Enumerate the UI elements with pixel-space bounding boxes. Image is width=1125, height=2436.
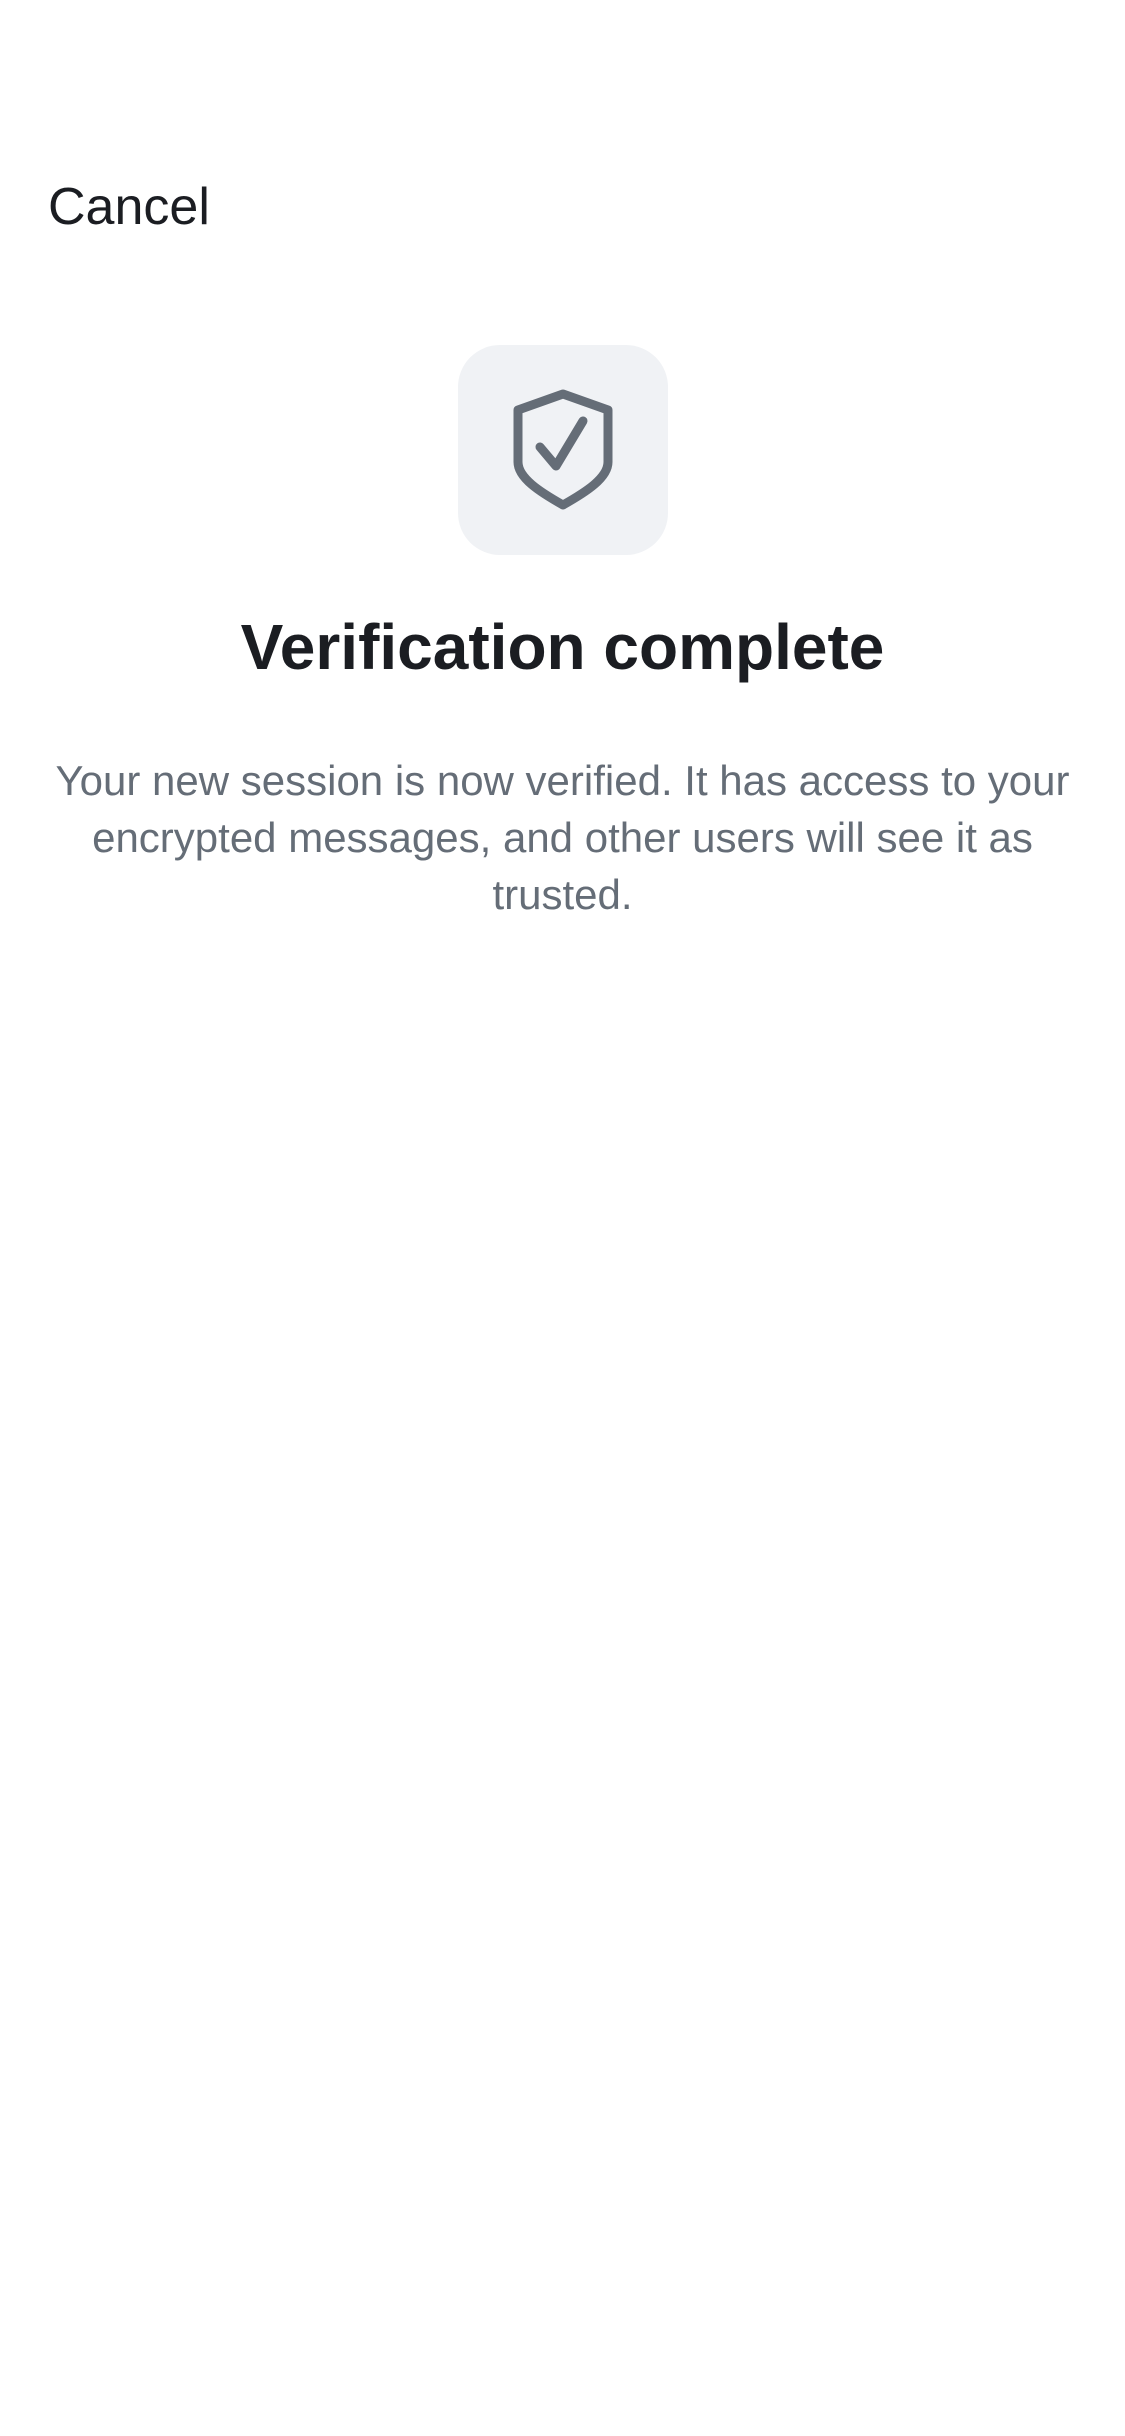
shield-check-icon <box>511 388 615 512</box>
top-bar: Cancel <box>0 0 1125 300</box>
icon-tile <box>457 345 668 555</box>
page-title: Verification complete <box>240 611 885 683</box>
cancel-button[interactable]: Cancel <box>48 172 210 242</box>
description-text: Your new session is now verified. It has… <box>55 756 1070 918</box>
verification-complete-panel: Verification complete Your new session i… <box>0 345 1125 965</box>
